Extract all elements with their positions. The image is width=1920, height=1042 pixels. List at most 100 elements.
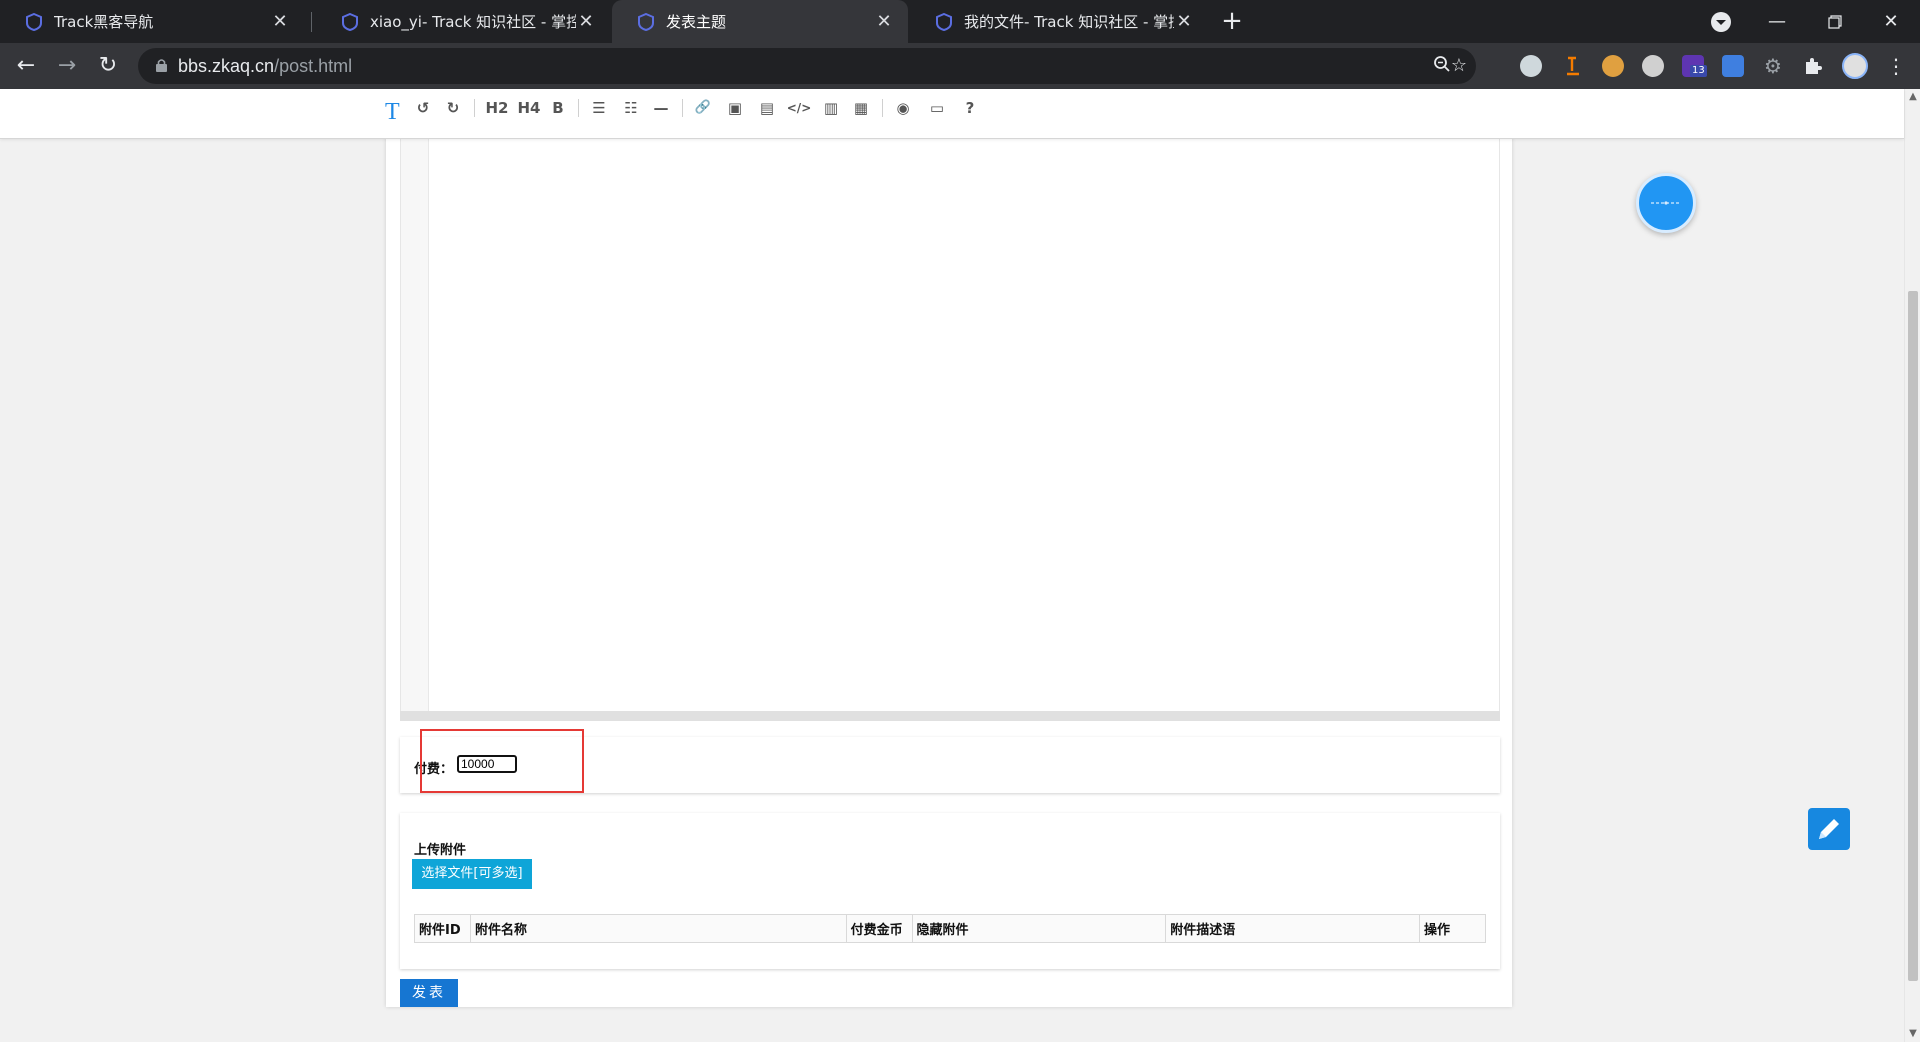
bold-button[interactable]: B — [548, 97, 568, 119]
tab-title: 发表主题 — [666, 13, 727, 31]
heading2-button[interactable]: H2 — [484, 97, 510, 119]
pencil-icon — [1819, 819, 1839, 839]
image-gallery-button[interactable]: ▤ — [756, 97, 778, 119]
fullscreen-button[interactable]: ▭ — [926, 97, 948, 119]
profile-avatar[interactable] — [1842, 53, 1868, 79]
minimize-button[interactable]: — — [1748, 0, 1806, 43]
shield-icon — [342, 12, 358, 31]
choose-files-button[interactable]: 选择文件[可多选] — [412, 859, 532, 889]
upload-title: 上传附件 — [414, 843, 467, 858]
url-text: bbs.zkaq.cn/post.html — [178, 56, 352, 77]
lock-icon — [156, 59, 167, 72]
image-button[interactable]: ▣ — [724, 97, 746, 119]
restore-icon — [1828, 14, 1842, 29]
forward-button[interactable]: → — [51, 50, 83, 82]
back-button[interactable]: ← — [10, 50, 42, 82]
tab-title: 我的文件- Track 知识社区 - 掌控 — [964, 13, 1174, 31]
toolbar-separator — [578, 99, 579, 117]
attachments-table: 附件ID 附件名称 付费金币 隐藏附件 附件描述语 操作 — [414, 914, 1486, 943]
editor-resize-bar[interactable] — [400, 711, 1500, 721]
extension-basketball-icon[interactable] — [1642, 55, 1664, 77]
redo-button[interactable]: ↻ — [442, 97, 464, 119]
floating-edit-button[interactable] — [1808, 808, 1850, 850]
extensions-puzzle-icon[interactable] — [1802, 55, 1824, 77]
scrollbar-thumb[interactable] — [1908, 291, 1918, 981]
extension-globe-icon[interactable] — [1520, 55, 1542, 77]
editor-toolbar: T ↺ ↻ H2 H4 B ☰ ☷ — 🔗 ▣ ▤ </> ▥ ▦ ◉ ▭ ? — [0, 89, 1904, 139]
tab-track-nav[interactable]: Track黑客导航 ✕ — [0, 0, 304, 43]
tab-xiao-yi[interactable]: xiao_yi- Track 知识社区 - 掌控安 ✕ — [316, 0, 610, 43]
new-tab-button[interactable]: + — [1216, 6, 1248, 38]
post-form-card: 付费： 上传附件 选择文件[可多选] 附件ID 附件名称 付费金币 隐藏附件 附… — [386, 129, 1512, 1007]
upload-attachments-panel: 上传附件 选择文件[可多选] 附件ID 附件名称 付费金币 隐藏附件 附件描述语… — [400, 813, 1500, 969]
tab-my-files[interactable]: 我的文件- Track 知识社区 - 掌控 ✕ — [910, 0, 1208, 43]
tab-title: xiao_yi- Track 知识社区 - 掌控安 — [370, 13, 576, 31]
close-icon: ✕ — [1883, 11, 1899, 32]
horizontal-rule-button[interactable]: — — [650, 97, 672, 119]
toolbar-separator — [682, 99, 683, 117]
heading4-button[interactable]: H4 — [516, 97, 542, 119]
extension-gear-icon[interactable]: ⚙ — [1762, 55, 1784, 77]
tab-title: Track黑客导航 — [54, 13, 154, 31]
publish-button[interactable]: 发表 — [400, 979, 458, 1007]
tab-search-button[interactable] — [1692, 0, 1750, 43]
close-icon[interactable]: ✕ — [270, 11, 290, 32]
reload-icon: ↻ — [98, 53, 118, 78]
restore-button[interactable] — [1806, 0, 1864, 43]
code-button[interactable]: </> — [786, 97, 812, 119]
url-domain: bbs.zkaq.cn — [178, 56, 275, 76]
extension-hat-icon[interactable]: 13 — [1682, 55, 1707, 77]
more-vertical-icon: ⋮ — [1886, 54, 1906, 78]
close-icon[interactable]: ✕ — [874, 11, 894, 32]
page-viewport: T ↺ ↻ H2 H4 B ☰ ☷ — 🔗 ▣ ▤ </> ▥ ▦ ◉ ▭ ? … — [0, 89, 1904, 1042]
table-button[interactable]: ▦ — [850, 97, 872, 119]
toolbar-separator — [882, 99, 883, 117]
browser-tabbar: Track黑客导航 ✕ xiao_yi- Track 知识社区 - 掌控安 ✕ … — [0, 0, 1920, 43]
shield-icon — [26, 12, 42, 31]
file-button[interactable]: ▥ — [820, 97, 842, 119]
editor-line-gutter — [401, 129, 429, 711]
column-header: 操作 — [1419, 914, 1486, 943]
browser-menu-button[interactable]: ⋮ — [1886, 50, 1906, 82]
tab-post-topic[interactable]: 发表主题 ✕ — [612, 0, 908, 43]
undo-button[interactable]: ↺ — [412, 97, 434, 119]
extension-window-icon[interactable] — [1722, 55, 1744, 77]
bullet-list-button[interactable]: ☰ — [588, 97, 610, 119]
scroll-down-arrow[interactable]: ▼ — [1905, 1026, 1920, 1042]
address-bar[interactable]: bbs.zkaq.cn/post.html ☆ — [138, 48, 1476, 84]
column-header: 附件描述语 — [1165, 914, 1420, 943]
clock-icon — [1651, 201, 1681, 205]
shield-icon — [936, 12, 952, 31]
site-logo: T — [385, 99, 400, 125]
scroll-up-arrow[interactable]: ▲ — [1905, 89, 1920, 105]
extension-timer-icon[interactable] — [1562, 55, 1584, 77]
column-header: 隐藏附件 — [911, 914, 1167, 943]
browser-toolbar: ← → ↻ bbs.zkaq.cn/post.html ☆ 13 ⚙ ⋮ — [0, 43, 1920, 89]
toolbar-separator — [474, 99, 475, 117]
chevron-down-icon — [1711, 11, 1731, 32]
numbered-list-button[interactable]: ☷ — [620, 97, 642, 119]
extension-cookie-icon[interactable] — [1602, 55, 1624, 77]
link-button[interactable]: 🔗 — [692, 97, 714, 119]
minimize-icon: — — [1768, 11, 1786, 32]
close-icon[interactable]: ✕ — [1174, 11, 1194, 32]
url-path: /post.html — [274, 56, 353, 76]
markdown-editor-area[interactable] — [400, 129, 1500, 711]
shield-icon — [638, 12, 654, 31]
reload-button[interactable]: ↻ — [92, 50, 124, 82]
preview-button[interactable]: ◉ — [892, 97, 914, 119]
column-header: 附件名称 — [469, 914, 847, 943]
arrow-left-icon: ← — [16, 53, 36, 78]
arrow-right-icon: → — [57, 53, 77, 78]
star-icon[interactable]: ☆ — [1448, 55, 1470, 77]
column-header: 付费金币 — [845, 914, 913, 943]
floating-clock-widget[interactable] — [1636, 173, 1696, 233]
column-header: 附件ID — [414, 914, 471, 943]
page-scrollbar[interactable]: ▲ ▼ — [1904, 89, 1920, 1042]
table-header-row: 附件ID 附件名称 付费金币 隐藏附件 附件描述语 操作 — [414, 914, 1486, 943]
extension-badge: 13 — [1690, 65, 1707, 77]
close-icon[interactable]: ✕ — [576, 11, 596, 32]
annotation-highlight-box — [420, 729, 584, 793]
help-button[interactable]: ? — [960, 97, 980, 119]
close-window-button[interactable]: ✕ — [1862, 0, 1920, 43]
